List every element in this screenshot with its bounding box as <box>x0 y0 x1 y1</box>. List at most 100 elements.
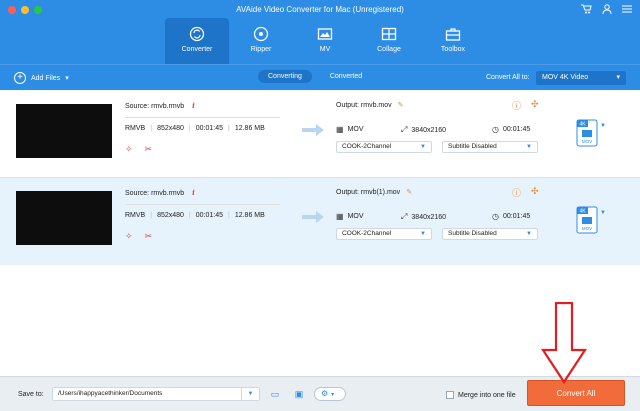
source-label: Source: rmvb.rmvb <box>125 103 185 110</box>
nav-mv[interactable]: MV <box>293 18 357 64</box>
gear-icon: ⚙ <box>321 389 329 398</box>
file-row: Source: rmvb.rmvb i RMVB | 852x480 | 00:01:… <box>0 91 640 179</box>
nav-converter[interactable]: Converter <box>165 18 229 64</box>
save-to-label: Save to: <box>18 391 44 398</box>
add-files-button[interactable]: + Add Files ▾ <box>14 72 69 84</box>
output-icons: ⓘ ✣ <box>512 99 539 112</box>
convert-all-label: Convert All to: <box>486 74 530 81</box>
user-icon[interactable] <box>602 4 612 17</box>
convert-all-value: MOV 4K Video <box>542 74 589 81</box>
compress-icon[interactable]: ✣ <box>531 99 539 112</box>
folder-icon[interactable]: ▭ <box>268 387 282 401</box>
cut-icon[interactable]: ✂ <box>145 144 153 155</box>
chevron-down-icon: ▾ <box>616 74 620 81</box>
output-label: Output: rmvb(1).mov <box>336 189 401 196</box>
compress-icon[interactable]: ✣ <box>531 186 539 199</box>
mv-icon <box>317 28 333 40</box>
nav-label: Toolbox <box>440 46 466 53</box>
source-duration: 00:01:45 <box>195 212 223 219</box>
source-meta: RMVB | 852x480 | 00:01:45 | 12.86 MB <box>125 125 265 132</box>
settings-button[interactable]: ⚙ ▾ <box>314 387 346 401</box>
output-resolution: ⤢ 3840x2160 <box>401 125 447 134</box>
nav-collage[interactable]: Collage <box>357 18 421 64</box>
clock-icon: ◷ <box>492 212 499 221</box>
enhance-icon[interactable]: ✧ <box>125 231 133 242</box>
info-icon[interactable]: i <box>192 101 195 110</box>
subtitle-select[interactable]: Subtitle Disabled ▼ <box>442 141 538 153</box>
merge-label: Merge into one file <box>458 391 516 399</box>
arrow-right-icon <box>302 211 324 223</box>
expand-icon: ⤢ <box>401 212 408 221</box>
film-icon: ▦ <box>336 212 344 221</box>
source-duration: 00:01:45 <box>195 125 223 132</box>
chevron-down-icon[interactable]: ▼ <box>600 123 606 129</box>
hardware-acceleration-icon[interactable]: ▣ <box>292 387 306 401</box>
video-thumbnail[interactable] <box>16 104 112 158</box>
merge-checkbox[interactable] <box>446 391 454 399</box>
chevron-down-icon: ▼ <box>420 144 426 150</box>
chevron-down-icon[interactable]: ▼ <box>600 210 606 216</box>
nav-label: Collage <box>377 46 401 53</box>
file-row: Source: rmvb.rmvb i RMVB | 852x480 | 00:01:… <box>0 177 640 265</box>
nav-label: MV <box>319 46 331 53</box>
chevron-down-icon: ▼ <box>526 231 532 237</box>
svg-text:MOV: MOV <box>582 139 592 144</box>
cart-icon[interactable] <box>581 4 592 17</box>
row-tools: ✧ ✂ <box>125 231 152 242</box>
source-format: RMVB <box>125 212 146 219</box>
arrow-right-icon <box>302 124 324 136</box>
source-meta: RMVB | 852x480 | 00:01:45 | 12.86 MB <box>125 212 265 219</box>
edit-icon[interactable]: ✎ <box>398 102 404 109</box>
add-files-label: Add Files <box>31 74 61 82</box>
chevron-down-icon[interactable]: ▾ <box>65 74 69 82</box>
menu-icon[interactable] <box>622 4 632 17</box>
cut-icon[interactable]: ✂ <box>145 231 153 242</box>
collage-icon <box>381 27 397 41</box>
nav-label: Ripper <box>250 46 272 53</box>
status-tabs: Converting Converted <box>258 70 372 83</box>
audio-track-select[interactable]: COOK-2Channel ▼ <box>336 228 432 240</box>
format-badge-icon[interactable]: 4K MOV <box>576 206 598 234</box>
header-icons <box>581 4 632 17</box>
row-tools: ✧ ✂ <box>125 144 152 155</box>
plus-icon: + <box>14 72 26 84</box>
enhance-icon[interactable]: ✧ <box>125 144 133 155</box>
svg-text:4K: 4K <box>579 122 586 128</box>
video-thumbnail[interactable] <box>16 191 112 245</box>
output-icons: ⓘ ✣ <box>512 186 539 199</box>
format-badge-icon[interactable]: 4K MOV <box>576 119 598 147</box>
tab-converted[interactable]: Converted <box>320 70 372 83</box>
info-icon[interactable]: i <box>192 188 195 197</box>
film-icon: ▦ <box>336 125 344 134</box>
source-resolution: 852x480 <box>157 212 184 219</box>
audio-track-select[interactable]: COOK-2Channel ▼ <box>336 141 432 153</box>
convert-all-format-select[interactable]: MOV 4K Video ▾ <box>536 71 626 85</box>
edit-icon[interactable]: ✎ <box>406 189 412 196</box>
source-size: 12.86 MB <box>234 212 265 219</box>
clock-icon: ◷ <box>492 125 499 134</box>
save-path-input[interactable]: /Users/ihappyacethinker/Documents ▼ <box>52 387 260 401</box>
tab-converting[interactable]: Converting <box>258 70 312 83</box>
nav-ripper[interactable]: Ripper <box>229 18 293 64</box>
merge-option[interactable]: Merge into one file <box>446 391 516 399</box>
expand-icon: ⤢ <box>401 125 408 134</box>
annotation-arrow-icon <box>541 302 587 384</box>
divider <box>125 204 280 205</box>
subtitle-select[interactable]: Subtitle Disabled ▼ <box>442 228 538 240</box>
nav-toolbox[interactable]: Toolbox <box>421 18 485 64</box>
chevron-down-icon: ▾ <box>331 392 335 398</box>
toolbox-icon <box>445 28 461 41</box>
nav-label: Converter <box>181 46 213 53</box>
source-size: 12.86 MB <box>234 125 265 132</box>
info-circle-icon[interactable]: ⓘ <box>512 99 521 112</box>
chevron-down-icon[interactable]: ▼ <box>241 388 259 400</box>
source-resolution: 852x480 <box>157 125 184 132</box>
output-duration: ◷ 00:01:45 <box>492 125 531 134</box>
output-format: ▦ MOV <box>336 125 364 134</box>
ripper-icon <box>253 26 269 42</box>
app-title: AVAide Video Converter for Mac (Unregist… <box>236 5 404 14</box>
svg-text:4K: 4K <box>579 209 586 215</box>
info-circle-icon[interactable]: ⓘ <box>512 186 521 199</box>
output-name: Output: rmvb(1).mov ✎ <box>336 188 412 196</box>
main-nav: Converter Ripper MV Collage Toolbox <box>165 18 485 64</box>
